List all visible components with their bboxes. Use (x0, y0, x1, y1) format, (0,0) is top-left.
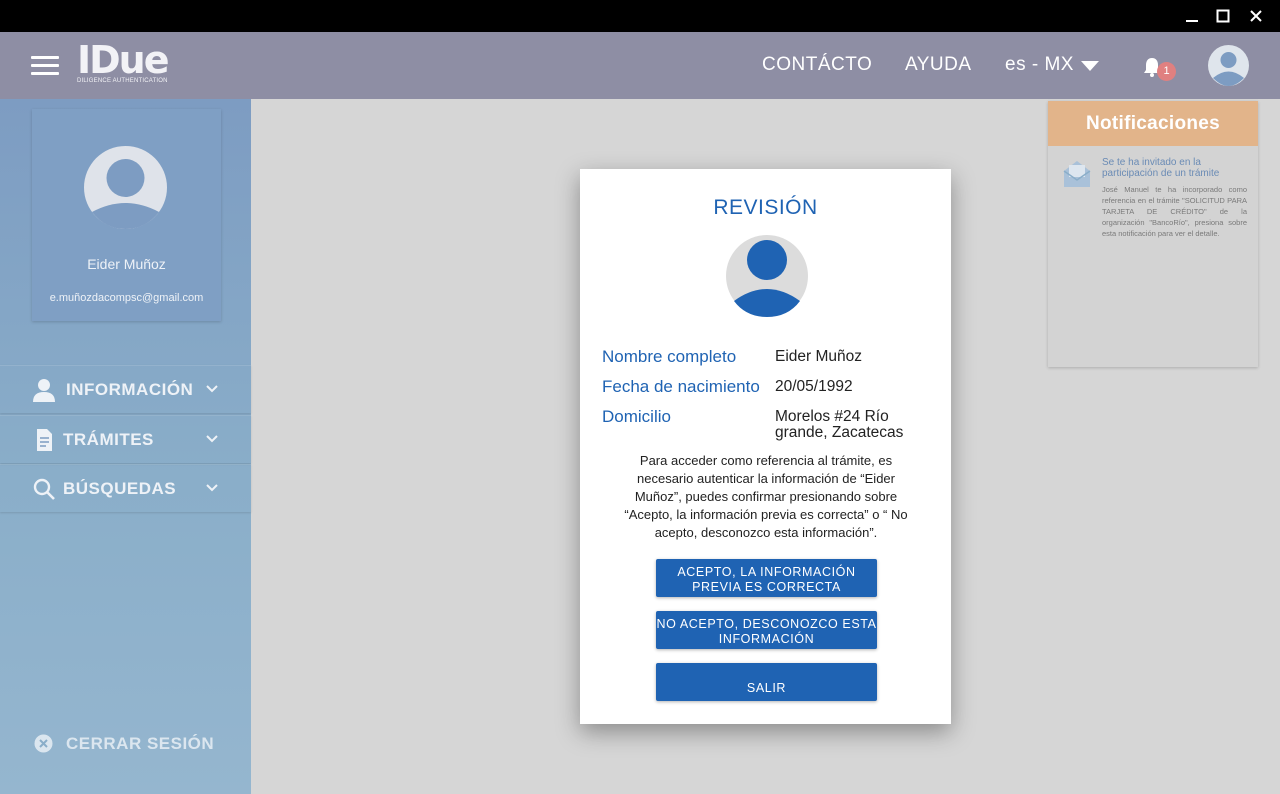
sidebar-item-tramites[interactable]: TRÁMITES (0, 415, 251, 463)
logout-label: CERRAR SESIÓN (66, 734, 215, 753)
logo-subtitle: DILIGENCE AUTHENTICATION (77, 78, 168, 84)
sidebar: Eider Muñoz e.muñozdacompsc@gmail.com IN… (0, 99, 251, 794)
notification-badge[interactable]: 1 (1157, 62, 1176, 81)
notifications-title: Notificaciones (1048, 101, 1258, 146)
sidebar-item-label: TRÁMITES (63, 430, 154, 449)
review-modal: REVISIÓN Nombre completo Eider Muñoz Fec… (580, 169, 951, 724)
search-icon (33, 478, 55, 500)
minimize-icon (1186, 20, 1198, 22)
notification-title: Se te ha invitado en la participación de… (1102, 157, 1220, 179)
chevron-down-icon (206, 435, 218, 443)
window-titlebar (0, 0, 1280, 32)
maximize-icon (1216, 9, 1230, 23)
nav-contacto-link[interactable]: CONTÁCTO (762, 54, 872, 76)
minimize-button[interactable] (1182, 6, 1202, 26)
field-label-domicilio: Domicilio (602, 407, 671, 426)
sidebar-item-label: INFORMACIÓN (66, 380, 194, 399)
field-value-domicilio: Morelos #24 Río grande, Zacatecas (775, 408, 904, 441)
maximize-button[interactable] (1213, 6, 1233, 26)
accept-button[interactable]: ACEPTO, LA INFORMACIÓN PREVIA ES CORRECT… (656, 559, 877, 597)
field-value-nombre: Eider Muñoz (775, 348, 863, 365)
profile-name: Eider Muñoz (87, 256, 166, 272)
user-avatar-icon[interactable] (1208, 45, 1249, 86)
hamburger-menu-icon[interactable] (31, 56, 59, 76)
chevron-down-icon (206, 484, 218, 492)
document-icon (37, 429, 52, 451)
profile-card: Eider Muñoz e.muñozdacompsc@gmail.com (32, 109, 221, 321)
modal-message: Para acceder como referencia al trámite,… (624, 453, 908, 540)
modal-title: REVISIÓN (713, 196, 818, 219)
close-button[interactable] (1246, 6, 1266, 26)
chevron-down-icon (206, 385, 218, 393)
app-header: IDue DILIGENCE AUTHENTICATION CONTÁCTO A… (0, 32, 1280, 99)
language-selector[interactable]: es - MX (1005, 54, 1074, 76)
field-label-nombre: Nombre completo (602, 347, 737, 366)
logo[interactable]: IDue DILIGENCE AUTHENTICATION (77, 40, 187, 86)
close-icon (1250, 10, 1262, 22)
modal-avatar-icon (726, 235, 808, 317)
profile-email: e.muñozdacompsc@gmail.com (49, 292, 204, 304)
sidebar-item-informacion[interactable]: INFORMACIÓN (0, 365, 251, 413)
reject-button[interactable]: NO ACEPTO, DESCONOZCO ESTA INFORMACIÓN (656, 611, 877, 649)
profile-avatar-icon (84, 146, 167, 229)
close-circle-icon (34, 734, 53, 753)
field-value-fecha: 20/05/1992 (775, 378, 853, 395)
notification-body: José Manuel te ha incorporado como refer… (1102, 185, 1247, 238)
field-label-fecha: Fecha de nacimiento (602, 377, 760, 396)
caret-down-icon[interactable] (1081, 61, 1099, 71)
logo-text: IDue (77, 38, 170, 82)
user-icon (33, 379, 55, 402)
exit-button[interactable]: SALIR (656, 663, 877, 701)
sidebar-item-label: BÚSQUEDAS (63, 479, 177, 498)
notifications-panel: Notificaciones Se te ha invitado en la p… (1048, 101, 1258, 367)
envelope-icon (1063, 161, 1091, 187)
nav-ayuda-link[interactable]: AYUDA (905, 54, 972, 76)
sidebar-item-busquedas[interactable]: BÚSQUEDAS (0, 464, 251, 512)
